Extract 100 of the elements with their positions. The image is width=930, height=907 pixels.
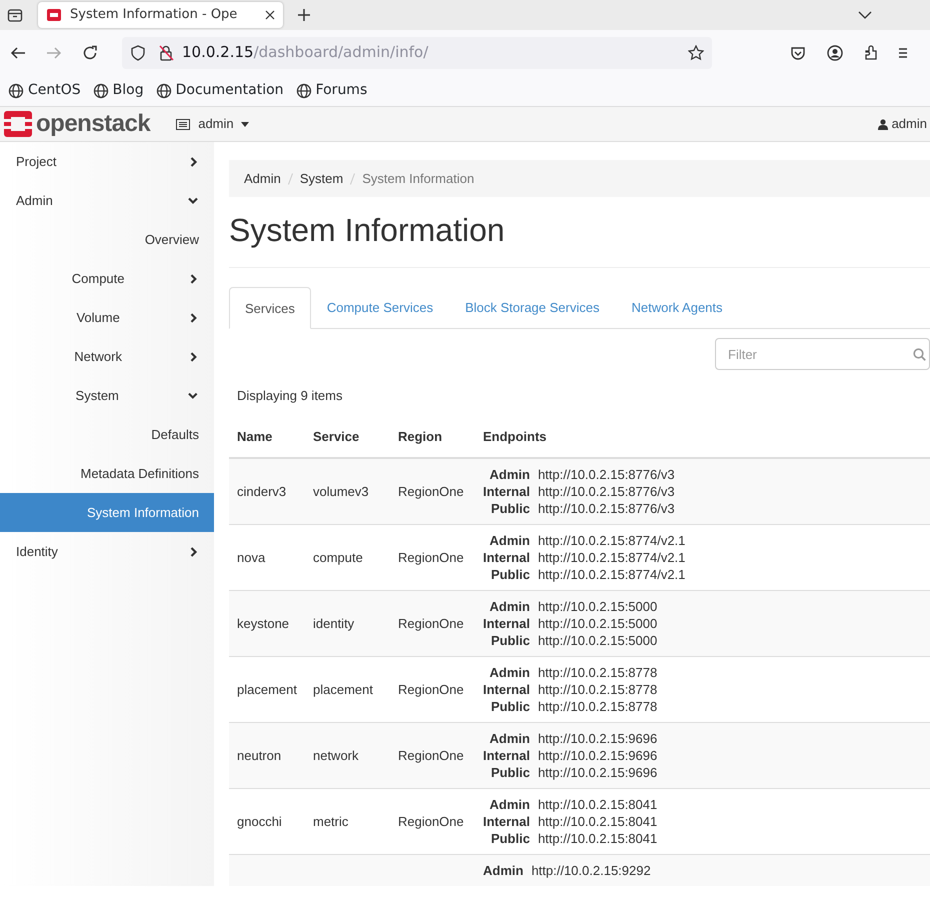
globe-icon [8, 82, 24, 98]
table-cell: neutron [229, 722, 305, 789]
list-icon [176, 118, 190, 130]
sidebar-item[interactable]: Identity [0, 532, 214, 571]
table-cell: RegionOne [390, 590, 475, 657]
table-cell: keystone [229, 590, 305, 657]
endpoint-url: http://10.0.2.15:8776/v3 [538, 483, 675, 500]
breadcrumb-link[interactable]: System [300, 168, 344, 188]
address-bar[interactable]: 10.0.2.15/dashboard/admin/info/ [122, 36, 712, 68]
sidebar-item[interactable]: Metadata Definitions [0, 454, 214, 493]
endpoint-label: Internal [482, 813, 531, 830]
table-cell: volumev3 [304, 458, 390, 525]
endpoint-label: Public [490, 830, 531, 848]
endpoint-url: http://10.0.2.15:9292 [531, 862, 651, 880]
bookmark-link[interactable]: Blog [92, 80, 144, 101]
chevron-down-icon [188, 392, 198, 400]
endpoint-url: http://10.0.2.15:9696 [538, 764, 658, 782]
chevron-right-icon [190, 352, 198, 362]
globe-icon [156, 82, 172, 98]
chevron-right-icon [190, 546, 198, 556]
endpoint-url: http://10.0.2.15:8778 [538, 681, 658, 698]
bookmark-link[interactable]: CentOS [8, 80, 81, 101]
item-count: Displaying 9 items [236, 387, 344, 406]
endpoint-url: http://10.0.2.15:8041 [538, 830, 658, 848]
reload-icon[interactable] [82, 44, 98, 60]
endpoint-url: http://10.0.2.15:8774/v2.1 [538, 566, 686, 584]
user-menu[interactable]: admin [876, 113, 928, 135]
endpoint-label: Admin [488, 730, 531, 748]
chevron-down-icon[interactable] [858, 10, 872, 20]
sidebar-item[interactable]: Network [0, 337, 214, 376]
user-icon [878, 118, 888, 130]
logo-text: openstack [36, 112, 150, 136]
endpoint-label: Public [490, 566, 531, 584]
chevron-right-icon [190, 156, 198, 166]
page-title: System Information [229, 211, 930, 268]
sidebar-item[interactable]: Volume [0, 298, 214, 337]
browser-tab[interactable]: System Information - Ope [38, 2, 283, 28]
slash-icon [350, 172, 356, 184]
endpoint-label: Public [490, 500, 531, 518]
tab-title: System Information - Ope [70, 6, 238, 24]
new-tab-icon[interactable] [297, 8, 311, 22]
endpoint-label: Admin [488, 664, 531, 682]
endpoint-label: Internal [482, 615, 531, 632]
endpoint-label: Internal [482, 549, 531, 566]
tab[interactable]: Network Agents [615, 287, 739, 328]
endpoint-url: http://10.0.2.15:8041 [538, 796, 658, 814]
tab[interactable]: Block Storage Services [449, 287, 616, 328]
bookmark-link[interactable]: Forums [296, 80, 368, 101]
sidebar-item[interactable]: System [0, 376, 214, 415]
tab[interactable]: Compute Services [310, 287, 450, 328]
openstack-logo-icon [4, 111, 32, 137]
sidebar-item[interactable]: Defaults [0, 415, 214, 454]
table-cell: RegionOne [390, 458, 475, 525]
sidebar-item[interactable]: Project [0, 142, 214, 181]
endpoint-url: http://10.0.2.15:5000 [538, 632, 658, 650]
endpoint-label: Internal [482, 483, 531, 500]
breadcrumb-current: System Information [362, 170, 474, 188]
chevron-right-icon [190, 312, 198, 322]
account-icon[interactable] [827, 44, 843, 60]
endpoint-url: http://10.0.2.15:8776/v3 [538, 466, 675, 484]
back-icon[interactable] [10, 44, 26, 60]
bookmark-link[interactable]: Documentation [156, 80, 284, 101]
endpoint-url: http://10.0.2.15:8776/v3 [538, 500, 675, 518]
endpoint-label: Admin [482, 862, 524, 880]
table-cell: cinderv3 [229, 458, 305, 525]
table-cell: network [304, 722, 390, 789]
endpoint-label: Admin [488, 466, 531, 484]
endpoint-label: Admin [488, 598, 531, 616]
chevron-right-icon [190, 274, 198, 284]
openstack-logo-icon [46, 7, 62, 23]
endpoint-url: http://10.0.2.15:5000 [538, 598, 658, 616]
tab[interactable]: Services [229, 287, 311, 330]
breadcrumb-link[interactable]: Admin [244, 168, 281, 188]
sidebar-item[interactable]: Overview [0, 220, 214, 259]
pocket-icon[interactable] [790, 44, 806, 60]
endpoint-url: http://10.0.2.15:8774/v2.1 [538, 549, 686, 566]
endpoint-url: http://10.0.2.15:8778 [538, 698, 658, 716]
globe-icon [296, 82, 312, 98]
slash-icon [288, 172, 293, 184]
filter-field[interactable]: Filter [715, 338, 930, 370]
bookmark-star-icon[interactable] [688, 44, 704, 60]
endpoint-label: Admin [488, 796, 531, 814]
sidebar-item[interactable]: Compute [0, 259, 214, 298]
menu-icon[interactable] [899, 46, 907, 60]
search-icon [913, 348, 926, 362]
close-icon[interactable] [265, 10, 275, 20]
shield-icon [130, 44, 146, 60]
endpoint-label: Public [490, 698, 531, 716]
project-menu[interactable]: admin [175, 113, 250, 135]
endpoint-label: Admin [488, 532, 531, 550]
extensions-icon[interactable] [863, 44, 879, 60]
endpoint-url: http://10.0.2.15:8041 [538, 813, 658, 830]
sidebar-item[interactable]: System Information [0, 493, 214, 532]
globe-icon [92, 82, 109, 98]
table-cell: RegionOne [390, 722, 475, 789]
sidebar-item[interactable]: Admin [0, 181, 214, 220]
chevron-down-icon [188, 196, 198, 204]
endpoint-label: Public [490, 632, 531, 650]
tab-list-icon[interactable] [7, 7, 23, 23]
endpoint-url: http://10.0.2.15:5000 [538, 615, 658, 632]
